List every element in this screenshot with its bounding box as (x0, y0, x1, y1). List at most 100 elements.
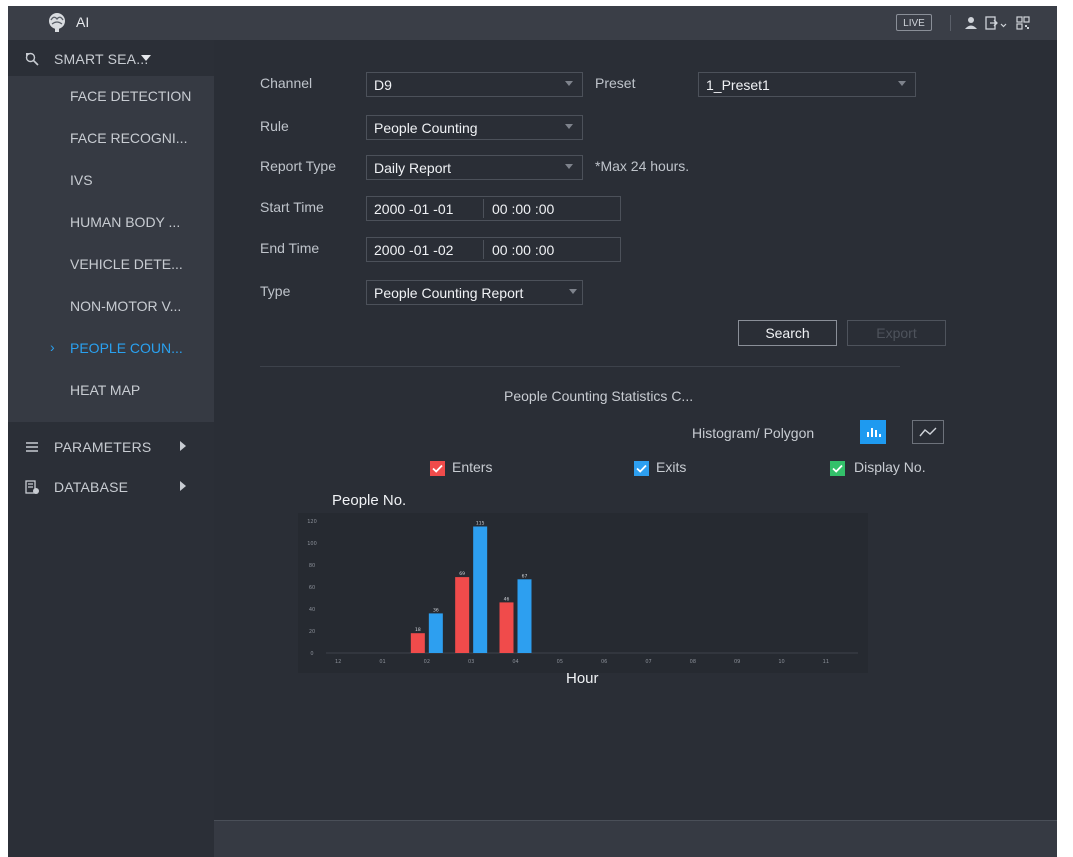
chart-x-axis-label: Hour (566, 670, 599, 687)
y-tick-label: 60 (309, 585, 315, 591)
end-clock-value[interactable]: 00 :00 :00 (492, 242, 554, 258)
chart-bar-enters (410, 633, 425, 653)
enters-checkbox[interactable] (430, 461, 445, 476)
sidebar-item-heat-map[interactable]: HEAT MAP (8, 370, 214, 410)
x-tick-label: 07 (645, 659, 651, 665)
chart-bar-enters (499, 602, 514, 653)
start-time-input[interactable]: 2000 -01 -01 00 :00 :00 (366, 196, 621, 221)
sidebar-smart-search-label: SMART SEA... (54, 51, 149, 67)
sidebar-database-label: DATABASE (54, 479, 129, 495)
sidebar-item-non-motor-vehicle[interactable]: NON-MOTOR V... (8, 286, 214, 326)
ai-brain-icon (49, 13, 65, 32)
display-no-checkbox[interactable] (830, 461, 845, 476)
type-label: Type (260, 283, 291, 299)
x-tick-label: 11 (823, 659, 829, 665)
x-tick-label: 06 (601, 659, 607, 665)
preset-select[interactable]: 1_Preset1 (698, 72, 916, 97)
x-tick-label: 03 (468, 659, 474, 665)
bar-data-label: 18 (415, 627, 421, 633)
bar-data-label: 69 (459, 571, 465, 577)
x-tick-label: 04 (512, 659, 518, 665)
user-icon[interactable] (962, 14, 980, 32)
chart-y-axis-label: People No. (332, 492, 407, 509)
smart-search-icon (25, 52, 39, 66)
max-hours-hint: *Max 24 hours. (595, 158, 690, 174)
type-select[interactable]: People Counting Report (366, 280, 583, 305)
bar-data-label: 46 (504, 596, 510, 602)
sidebar-item-vehicle-detection[interactable]: VEHICLE DETE... (8, 244, 214, 284)
x-tick-label: 12 (335, 659, 341, 665)
sidebar-item-label: NON-MOTOR V... (70, 298, 182, 314)
app-title: AI (76, 14, 90, 30)
chart-bar-exits (517, 579, 532, 653)
start-clock-value[interactable]: 00 :00 :00 (492, 201, 554, 217)
sidebar-smart-search[interactable]: SMART SEA... (8, 40, 214, 76)
rule-value: People Counting (374, 120, 478, 136)
main-panel: Channel D9 Preset 1_Preset1 Rule People … (214, 40, 1057, 820)
start-date-value[interactable]: 2000 -01 -01 (374, 201, 453, 217)
preset-value: 1_Preset1 (706, 77, 770, 93)
chart-bar-exits (473, 526, 488, 653)
sidebar-item-label: PEOPLE COUN... (70, 340, 183, 356)
chevron-right-icon: › (50, 339, 55, 355)
bar-data-label: 115 (476, 521, 485, 527)
channel-select[interactable]: D9 (366, 72, 583, 97)
time-separator (483, 199, 484, 218)
export-button[interactable]: Export (847, 320, 946, 346)
sidebar-item-label: FACE DETECTION (70, 88, 192, 104)
x-tick-label: 08 (690, 659, 696, 665)
end-date-value[interactable]: 2000 -01 -02 (374, 242, 453, 258)
live-button[interactable]: LIVE (896, 14, 932, 31)
type-value: People Counting Report (374, 285, 524, 301)
bar-data-label: 67 (522, 573, 528, 579)
exits-legend-label: Exits (656, 459, 687, 475)
y-tick-label: 40 (309, 607, 315, 613)
x-tick-label: 02 (424, 659, 430, 665)
channel-label: Channel (260, 75, 313, 91)
sidebar-parameters[interactable]: PARAMETERS (8, 428, 214, 464)
start-time-label: Start Time (260, 199, 324, 215)
channel-value: D9 (374, 77, 392, 93)
logout-icon[interactable] (984, 14, 1008, 32)
status-bar (214, 820, 1057, 857)
dropdown-arrow-icon (898, 81, 906, 86)
dropdown-arrow-icon (565, 164, 573, 169)
rule-select[interactable]: People Counting (366, 115, 583, 140)
sidebar-item-human-body[interactable]: HUMAN BODY ... (8, 202, 214, 242)
chevron-down-icon (141, 55, 151, 61)
sidebar-item-face-recognition[interactable]: FACE RECOGNI... (8, 118, 214, 158)
x-tick-label: 10 (778, 659, 784, 665)
sidebar: SMART SEA... FACE DETECTION FACE RECOGNI… (8, 40, 214, 857)
report-type-value: Daily Report (374, 160, 452, 176)
dropdown-arrow-icon (565, 124, 573, 129)
people-counting-chart: 0 20 40 60 80 100 120 12 01 02 18 36 03 69 115 04 46 67 05… (298, 513, 868, 673)
sidebar-parameters-label: PARAMETERS (54, 439, 152, 455)
sidebar-item-label: IVS (70, 172, 93, 188)
chart-mode-label: Histogram/ Polygon (692, 425, 815, 441)
sidebar-item-ivs[interactable]: IVS (8, 160, 214, 200)
section-divider (260, 366, 900, 367)
qr-code-icon[interactable] (1014, 14, 1032, 32)
end-time-label: End Time (260, 240, 320, 256)
y-tick-label: 80 (309, 563, 315, 569)
bar-data-label: 36 (433, 607, 439, 613)
sidebar-item-people-counting[interactable]: › PEOPLE COUN... (8, 328, 214, 368)
end-time-input[interactable]: 2000 -01 -02 00 :00 :00 (366, 237, 621, 262)
sidebar-database[interactable]: DATABASE (8, 468, 214, 504)
report-type-select[interactable]: Daily Report (366, 155, 583, 180)
sidebar-item-face-detection[interactable]: FACE DETECTION (8, 76, 214, 116)
list-icon (26, 442, 38, 452)
report-type-label: Report Type (260, 158, 337, 174)
display-no-legend-label: Display No. (854, 459, 926, 475)
chevron-right-icon (180, 441, 186, 451)
y-tick-label: 100 (307, 541, 317, 547)
sidebar-item-label: HEAT MAP (70, 382, 141, 398)
y-tick-label: 20 (309, 629, 315, 635)
title-bar: AI LIVE (8, 6, 1057, 40)
polyline-icon[interactable] (912, 420, 944, 444)
search-button[interactable]: Search (738, 320, 837, 346)
exits-checkbox[interactable] (634, 461, 649, 476)
app-window: AI LIVE SMART SEA... FACE DETECTION FACE… (8, 6, 1057, 857)
histogram-icon[interactable] (860, 420, 886, 444)
database-icon (25, 480, 39, 494)
